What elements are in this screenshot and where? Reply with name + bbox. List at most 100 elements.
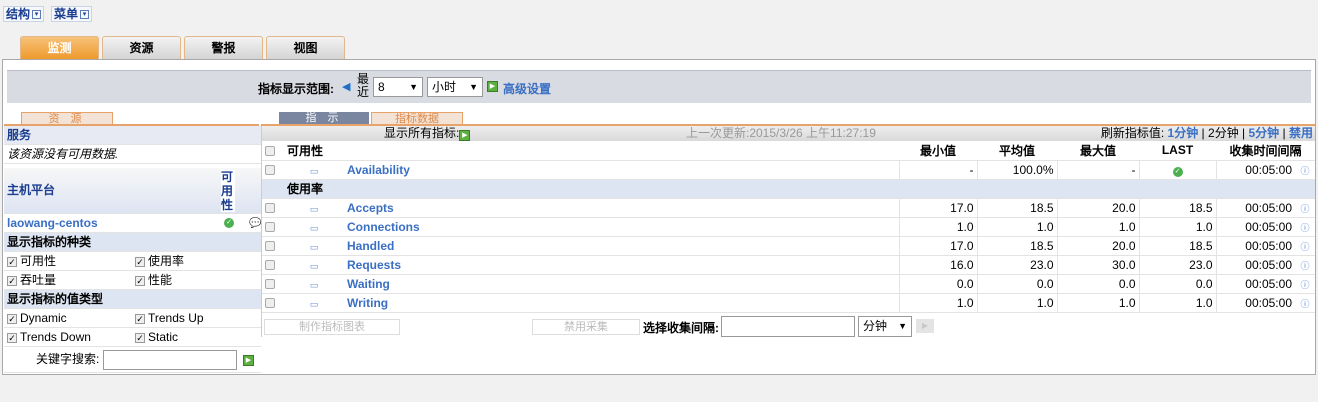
disable-collection-button[interactable]: 禁用采集 (532, 318, 640, 335)
menu-button[interactable]: 菜单 ▾ (51, 6, 93, 22)
value-type-label: Trends Down (20, 330, 91, 344)
value-type-trends-down-checkbox[interactable]: ✓ Trends Down (7, 328, 91, 347)
chart-icon[interactable]: ▭ (310, 204, 319, 214)
refresh-1min-link[interactable]: 1分钟 (1168, 126, 1199, 140)
min-value: - (898, 160, 977, 180)
max-value: 0.0 (1056, 274, 1139, 294)
metric-link[interactable]: Handled (347, 239, 394, 253)
info-icon[interactable]: ⓘ (1300, 166, 1309, 176)
info-icon[interactable]: ⓘ (1300, 242, 1309, 252)
apply-range-icon[interactable]: ▶ (487, 81, 498, 92)
metric-link[interactable]: Accepts (347, 201, 394, 215)
interval-value: 00:05:00 (1215, 160, 1295, 180)
metric-link[interactable]: Writing (347, 296, 388, 310)
max-value: 1.0 (1056, 293, 1139, 313)
chart-icon[interactable]: ▭ (310, 280, 319, 290)
group-row: 使用率 (262, 179, 1315, 199)
value-type-trends-up-checkbox[interactable]: ✓ Trends Up (135, 309, 204, 328)
max-value: - (1056, 160, 1139, 180)
structure-menu-button[interactable]: 结构 ▾ (3, 6, 45, 22)
structure-label: 结构 (6, 7, 31, 21)
header-last: LAST (1139, 141, 1216, 161)
row-checkbox[interactable] (265, 222, 275, 233)
header-interval: 收集时间间隔 (1216, 141, 1315, 161)
platform-header: 主机平台 (7, 183, 56, 197)
chart-icon[interactable]: ▭ (310, 166, 319, 176)
max-value: 20.0 (1056, 198, 1139, 218)
chevron-down-icon: ▼ (409, 82, 418, 92)
table-header-row: 可用性 最小值 平均值 最大值 LAST 收集时间间隔 (262, 141, 1315, 161)
metric-link[interactable]: Requests (347, 258, 401, 272)
info-icon[interactable]: ⓘ (1300, 261, 1309, 271)
value-type-label: Trends Up (148, 311, 204, 325)
make-chart-button[interactable]: 制作指标图表 (264, 318, 400, 335)
group-utilization-header: 使用率 (284, 179, 1315, 199)
row-checkbox[interactable] (265, 260, 275, 271)
avg-value: 0.0 (976, 274, 1057, 294)
last-value: 0.0 (1138, 274, 1216, 294)
keyword-search-input[interactable] (103, 350, 237, 370)
category-performance-checkbox[interactable]: ✓ 性能 (135, 271, 172, 290)
value-types-header: 显示指标的值类型 (4, 290, 261, 309)
refresh-disable-link[interactable]: 禁用 (1289, 126, 1313, 140)
categories-header: 显示指标的种类 (4, 233, 261, 252)
category-label: 使用率 (148, 254, 185, 268)
min-value: 17.0 (898, 198, 977, 218)
chart-icon[interactable]: ▭ (310, 223, 319, 233)
available-check-icon: ✓ (1172, 167, 1183, 177)
show-all-metrics[interactable]: 显示所有指标: ▶ (384, 126, 471, 141)
tab-views[interactable]: 视图 (266, 36, 345, 59)
metric-link[interactable]: Availability (347, 163, 410, 177)
table-row: ▭ Connections 1.0 1.0 1.0 1.0 00:05:00 ⓘ (262, 217, 1315, 237)
info-icon[interactable]: ⓘ (1300, 299, 1309, 309)
row-checkbox[interactable] (265, 279, 275, 290)
show-all-label: 显示所有指标: (384, 126, 460, 140)
value-type-static-checkbox[interactable]: ✓ Static (135, 328, 178, 347)
range-count-select[interactable]: 8 ▼ (373, 77, 423, 97)
metric-link[interactable]: Waiting (347, 277, 390, 291)
comment-icon[interactable]: 💬 (249, 214, 261, 233)
select-interval-label: 选择收集间隔: (643, 320, 719, 335)
check-icon: ✓ (7, 332, 17, 343)
search-go-icon[interactable]: ▶ (243, 355, 254, 366)
dropdown-icon: ▾ (32, 10, 42, 20)
category-label: 吞吐量 (20, 273, 57, 287)
category-utilization-checkbox[interactable]: ✓ 使用率 (135, 252, 184, 271)
previous-arrow-icon[interactable]: ◀ (342, 80, 350, 93)
interval-unit-value: 分钟 (863, 318, 888, 333)
tab-resources[interactable]: 资源 (102, 36, 181, 59)
refresh-5min-link[interactable]: 5分钟 (1249, 126, 1280, 140)
chart-icon[interactable]: ▭ (310, 299, 319, 309)
table-row: ▭ Availability -100.0% - ✓ 00:05:00 ⓘ (262, 160, 1315, 180)
max-value: 30.0 (1056, 255, 1139, 275)
avg-value: 18.5 (976, 198, 1057, 218)
metric-link[interactable]: Connections (347, 220, 420, 234)
row-checkbox[interactable] (265, 298, 275, 309)
row-checkbox[interactable] (265, 241, 275, 252)
info-icon[interactable]: ⓘ (1300, 280, 1309, 290)
row-checkbox[interactable] (265, 203, 275, 214)
available-check-icon: ✓ (224, 218, 234, 228)
row-checkbox[interactable] (265, 165, 275, 176)
chart-icon[interactable]: ▭ (310, 261, 319, 271)
info-icon[interactable]: ⓘ (1300, 223, 1309, 233)
last-value: 23.0 (1138, 255, 1216, 275)
apply-interval-button[interactable]: ▶ (916, 318, 934, 333)
category-throughput-checkbox[interactable]: ✓ 吞吐量 (7, 271, 56, 290)
chart-icon[interactable]: ▭ (310, 242, 319, 252)
metric-data-panel: 显示所有指标: ▶ 上一次更新:2015/3/26 上午11:27:19 刷新指标… (261, 126, 1315, 337)
menu-label: 菜单 (54, 7, 79, 21)
main-tabs: 监测 资源 警报 视图 (20, 36, 345, 59)
category-availability-checkbox[interactable]: ✓ 可用性 (7, 252, 56, 271)
table-row: ▭ Accepts 17.0 18.5 20.0 18.5 00:05:00 ⓘ (262, 198, 1315, 218)
tab-monitor[interactable]: 监测 (20, 36, 99, 59)
advanced-settings-link[interactable]: 高级设置 (503, 80, 551, 97)
value-type-dynamic-checkbox[interactable]: ✓ Dynamic (7, 309, 67, 328)
interval-unit-select[interactable]: 分钟 ▼ (858, 315, 912, 337)
interval-input[interactable] (721, 315, 855, 337)
tab-alerts[interactable]: 警报 (184, 36, 263, 59)
select-all-availability-checkbox[interactable] (265, 146, 275, 157)
host-link[interactable]: laowang-centos (7, 216, 98, 230)
range-unit-select[interactable]: 小时 ▼ (427, 77, 483, 97)
info-icon[interactable]: ⓘ (1300, 204, 1309, 214)
